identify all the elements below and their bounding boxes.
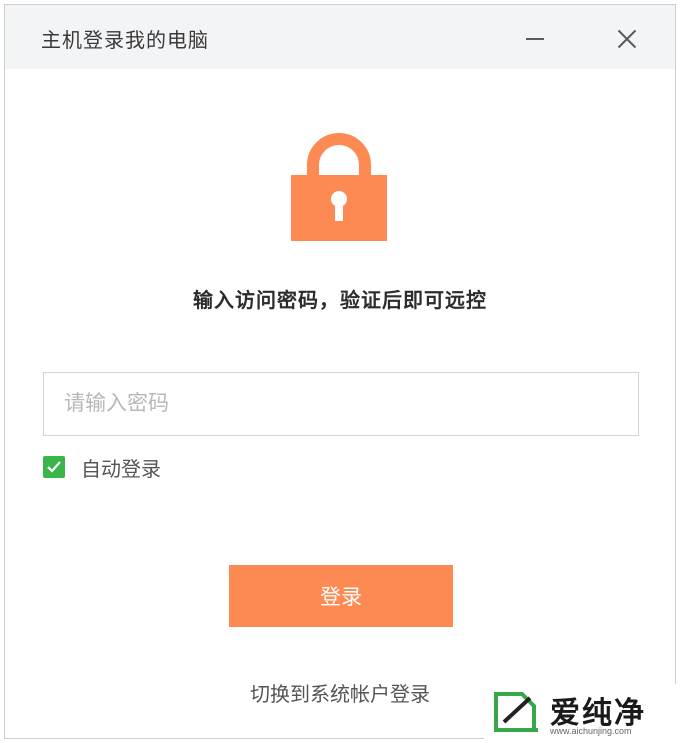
auto-login-checkbox[interactable]: 自动登录 — [43, 455, 161, 481]
prompt-text: 输入访问密码，验证后即可远控 — [193, 290, 487, 312]
watermark-url: www.aichunjing.com — [550, 726, 632, 736]
login-window: 主机登录我的电脑 输入访问密码，验证后即可远控 自动登录 登录 切换到系统帐户登… — [4, 4, 676, 739]
minimize-button[interactable] — [517, 21, 553, 57]
close-button[interactable] — [609, 21, 645, 57]
watermark-logo-icon — [494, 692, 538, 732]
window-title: 主机登录我的电脑 — [41, 30, 209, 52]
checkmark-icon[interactable] — [43, 456, 65, 478]
login-button[interactable]: 登录 — [229, 565, 453, 627]
title-bar: 主机登录我的电脑 — [5, 5, 675, 69]
watermark: 爱纯净 www.aichunjing.com — [484, 684, 680, 743]
auto-login-label: 自动登录 — [81, 458, 161, 481]
lock-icon — [291, 133, 387, 241]
password-input[interactable] — [43, 372, 639, 436]
